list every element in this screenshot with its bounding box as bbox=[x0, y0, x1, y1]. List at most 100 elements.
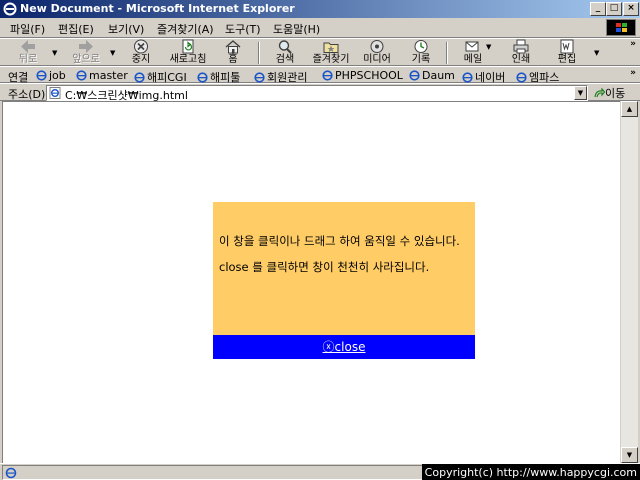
link-label: job bbox=[49, 69, 66, 82]
ie-page-icon bbox=[134, 72, 145, 83]
forward-dropdown-icon[interactable]: ▼ bbox=[110, 49, 115, 57]
links-bar: 연결 job master 해피CGI 해피툴 회원관리 PHPSCHOOL D… bbox=[0, 66, 640, 84]
close-link-label: close bbox=[334, 340, 366, 354]
mail-dropdown-icon[interactable]: ▼ bbox=[486, 43, 491, 51]
ie-page-icon bbox=[462, 72, 473, 83]
window-title: New Document - Microsoft Internet Explor… bbox=[20, 2, 295, 15]
go-label: 이동 bbox=[605, 87, 626, 100]
refresh-button[interactable]: 새로고침 bbox=[163, 39, 213, 66]
close-window-button[interactable]: × bbox=[623, 2, 639, 16]
link-label: master bbox=[89, 69, 128, 82]
back-button[interactable]: 뒤로 bbox=[8, 39, 48, 66]
popup-instruction-drag: 이 창을 클릭이나 드래그 하여 움직일 수 있습니다. bbox=[219, 234, 460, 248]
address-input[interactable]: C:₩스크린샷₩img.html ▼ bbox=[46, 85, 588, 102]
refresh-label: 새로고침 bbox=[169, 54, 207, 65]
history-icon bbox=[414, 40, 428, 53]
popup-close-link[interactable]: ⓧclose bbox=[323, 340, 366, 354]
menu-file[interactable]: 파일(F) bbox=[10, 21, 45, 37]
search-label: 검색 bbox=[275, 54, 295, 65]
vertical-scrollbar[interactable]: ▲ ▼ bbox=[621, 101, 638, 463]
menu-bar: 파일(F) 편집(E) 보기(V) 즐겨찾기(A) 도구(T) 도움말(H) bbox=[0, 18, 640, 38]
ie-page-icon bbox=[409, 70, 420, 81]
ie-page-icon bbox=[254, 72, 265, 83]
ie-logo-icon bbox=[3, 2, 17, 16]
title-bar: New Document - Microsoft Internet Explor… bbox=[0, 0, 640, 18]
mail-button[interactable]: 메일 bbox=[458, 39, 488, 66]
link-item-job[interactable]: job bbox=[36, 69, 66, 82]
mail-label: 메일 bbox=[463, 54, 483, 65]
close-circle-icon: ⓧ bbox=[322, 340, 335, 354]
back-label: 뒤로 bbox=[18, 54, 38, 65]
minimize-button[interactable]: _ bbox=[590, 2, 606, 16]
menu-help[interactable]: 도움말(H) bbox=[273, 21, 320, 37]
link-label: PHPSCHOOL bbox=[335, 69, 403, 82]
menu-favorites[interactable]: 즐겨찾기(A) bbox=[157, 21, 214, 37]
home-button[interactable]: 홈 bbox=[218, 39, 248, 66]
link-item-daum[interactable]: Daum bbox=[409, 69, 455, 82]
back-arrow-icon bbox=[21, 40, 35, 53]
go-button[interactable]: 이동 bbox=[594, 85, 625, 101]
printer-icon bbox=[513, 39, 529, 54]
edit-dropdown-icon[interactable]: ▼ bbox=[594, 49, 599, 57]
address-label: 주소(D) bbox=[8, 88, 46, 101]
status-text-panel bbox=[2, 465, 434, 480]
stop-label: 중지 bbox=[131, 54, 151, 65]
draggable-popup-layer[interactable]: 이 창을 클릭이나 드래그 하여 움직일 수 있습니다. close 를 클릭하… bbox=[213, 202, 475, 359]
back-dropdown-icon[interactable]: ▼ bbox=[52, 49, 57, 57]
address-dropdown-button[interactable]: ▼ bbox=[574, 86, 587, 100]
history-label: 기록 bbox=[411, 54, 431, 65]
home-label: 홈 bbox=[228, 54, 238, 65]
popup-message: 이 창을 클릭이나 드래그 하여 움직일 수 있습니다. close 를 클릭하… bbox=[219, 235, 469, 287]
media-button[interactable]: 미디어 bbox=[358, 39, 396, 66]
address-bar: 주소(D) C:₩스크린샷₩img.html ▼ 이동 bbox=[0, 83, 640, 102]
maximize-button[interactable]: □ bbox=[606, 2, 622, 16]
toolbar-separator bbox=[258, 42, 260, 64]
menu-tools[interactable]: 도구(T) bbox=[225, 21, 261, 37]
edit-button[interactable]: 편집 bbox=[552, 39, 582, 66]
link-item-phpschool[interactable]: PHPSCHOOL bbox=[322, 69, 403, 82]
ie-page-icon bbox=[516, 72, 527, 83]
links-more-chevron-icon[interactable]: » bbox=[630, 68, 636, 78]
search-icon bbox=[278, 40, 292, 54]
link-label: Daum bbox=[422, 69, 455, 82]
favorites-folder-icon bbox=[323, 42, 339, 53]
media-label: 미디어 bbox=[363, 54, 391, 65]
toolbar-separator bbox=[446, 42, 448, 64]
mail-icon bbox=[465, 41, 479, 52]
standard-toolbar: 뒤로 ▼ 앞으로 ▼ 중지 새로고침 홈 검색 즐겨찾기 미디어 기록 메일 ▼… bbox=[0, 38, 640, 66]
search-button[interactable]: 검색 bbox=[268, 39, 302, 66]
go-arrow-icon bbox=[594, 87, 606, 98]
ie-page-icon bbox=[5, 467, 17, 479]
windows-logo-icon bbox=[606, 19, 636, 36]
ie-page-icon bbox=[197, 72, 208, 83]
home-icon bbox=[225, 40, 241, 54]
print-button[interactable]: 인쇄 bbox=[506, 39, 536, 66]
forward-button[interactable]: 앞으로 bbox=[66, 39, 106, 66]
toolbar-more-chevron-icon[interactable]: » bbox=[630, 39, 636, 49]
menu-view[interactable]: 보기(V) bbox=[108, 21, 144, 37]
popup-close-bar: ⓧclose bbox=[213, 335, 475, 359]
media-icon bbox=[370, 40, 384, 53]
status-bar: Copyright(c) http://www.happycgi.com bbox=[0, 463, 640, 480]
refresh-icon bbox=[182, 39, 194, 54]
scroll-down-button[interactable]: ▼ bbox=[621, 447, 638, 463]
stop-button[interactable]: 중지 bbox=[124, 39, 158, 66]
ie-page-icon bbox=[322, 70, 333, 81]
ie-page-icon bbox=[76, 70, 87, 81]
forward-arrow-icon bbox=[79, 40, 93, 53]
edit-label: 편집 bbox=[557, 54, 577, 65]
link-item-master[interactable]: master bbox=[76, 69, 128, 82]
favorites-button[interactable]: 즐겨찾기 bbox=[308, 39, 354, 66]
scroll-up-button[interactable]: ▲ bbox=[621, 101, 638, 117]
menu-edit[interactable]: 편집(E) bbox=[58, 21, 94, 37]
history-button[interactable]: 기록 bbox=[406, 39, 436, 66]
edit-document-icon bbox=[560, 39, 574, 54]
ie-page-icon bbox=[49, 87, 61, 99]
stop-icon bbox=[134, 39, 148, 54]
page-viewport: 이 창을 클릭이나 드래그 하여 움직일 수 있습니다. close 를 클릭하… bbox=[2, 101, 620, 463]
forward-label: 앞으로 bbox=[72, 54, 100, 65]
ie-page-icon bbox=[36, 70, 47, 81]
favorites-label: 즐겨찾기 bbox=[312, 54, 350, 65]
popup-instruction-close: close 를 클릭하면 창이 천천히 사라집니다. bbox=[219, 260, 430, 274]
copyright-text: Copyright(c) http://www.happycgi.com bbox=[421, 464, 640, 480]
